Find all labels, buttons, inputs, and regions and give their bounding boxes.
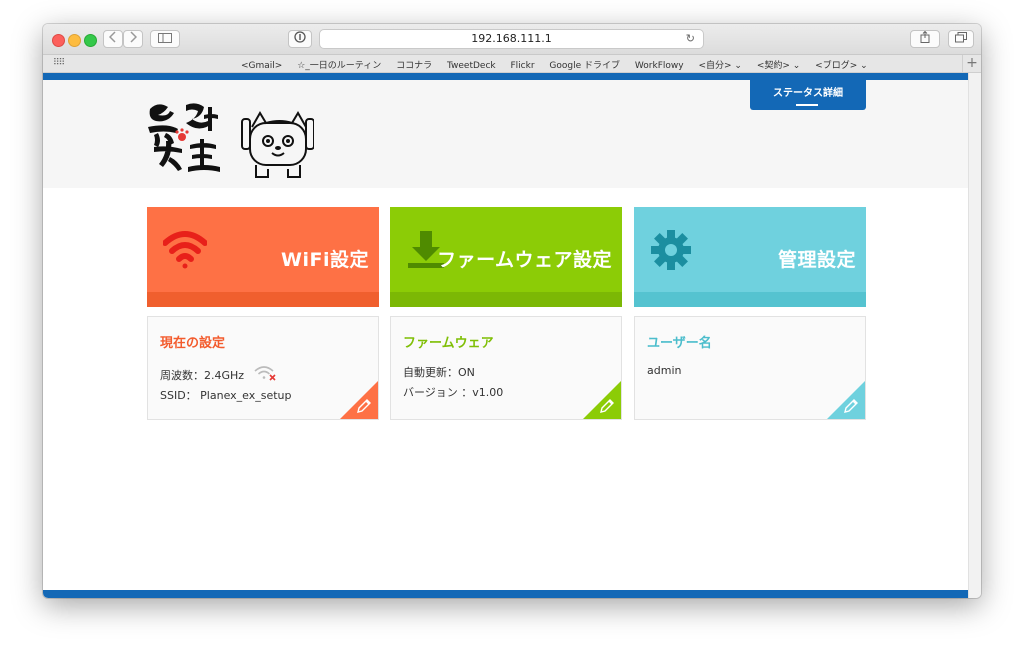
browser-window: 192.168.111.1 ↻ ⠿⠿ <Gmail> ☆_一日のルーティン ココ… [43,24,981,598]
auto-update-text: 自動更新：ON [403,366,475,379]
admin-settings-title: 管理設定 [777,249,856,271]
gear-icon [651,230,691,270]
address-bar[interactable]: 192.168.111.1 ↻ [319,29,704,49]
status-detail-button[interactable]: ステータス詳細 [750,80,866,110]
pencil-icon[interactable] [597,396,617,416]
url-text: 192.168.111.1 [471,32,552,45]
frequency-text: 周波数：2.4GHz [160,369,245,382]
brand-logo [148,103,314,178]
tabs-icon [955,32,967,43]
firmware-settings-title: ファームウェア設定 [437,249,612,271]
bottom-accent-bar [43,590,969,598]
close-window-button[interactable] [52,34,65,47]
browser-toolbar: 192.168.111.1 ↻ [43,24,981,55]
tabs-button[interactable] [948,30,974,48]
current-settings-title: 現在の設定 [160,336,226,351]
add-bookmark-button[interactable]: + [962,55,981,72]
tile-strip [147,292,379,307]
grid-icon[interactable]: ⠿⠿ [53,58,65,68]
tile-strip [390,292,622,307]
wifi-settings-tile[interactable]: WiFi設定 [147,207,379,307]
bookmark-gmail[interactable]: <Gmail> [241,61,282,71]
frequency-row: 周波数：2.4GHz [160,366,278,384]
share-icon [920,30,930,43]
minimize-window-button[interactable] [68,34,81,47]
scrollbar[interactable] [968,73,981,598]
firmware-card[interactable]: ファームウェア 自動更新：ON バージョン ：v1.00 [390,316,622,420]
firmware-settings-tile[interactable]: ファームウェア設定 [390,207,622,307]
admin-settings-tile[interactable]: 管理設定 [634,207,866,307]
bookmark-flickr[interactable]: Flickr [511,61,535,71]
user-card[interactable]: ユーザー名 admin [634,316,866,420]
current-settings-card[interactable]: 現在の設定 周波数：2.4GHz SSID： Planex_ex_setup [147,316,379,420]
info-circle-icon [294,31,306,43]
bookmarks-bar: ⠿⠿ <Gmail> ☆_一日のルーティン ココナラ TweetDeck Fli… [43,55,981,73]
bookmark-workflowy[interactable]: WorkFlowy [635,61,684,71]
firmware-card-title: ファームウェア [403,336,494,351]
wifi-icon [163,231,207,269]
wifi-settings-title: WiFi設定 [281,249,369,271]
reload-icon[interactable]: ↻ [686,30,695,48]
bookmark-folder-self[interactable]: <自分> ⌄ [698,61,741,71]
bookmark-folder-blog[interactable]: <ブログ> ⌄ [815,61,867,71]
bookmark-routine[interactable]: ☆_一日のルーティン [297,61,381,71]
bookmark-list: <Gmail> ☆_一日のルーティン ココナラ TweetDeck Flickr… [241,58,880,71]
bookmark-google-drive[interactable]: Google ドライブ [549,61,620,71]
sidebar-toggle-button[interactable] [150,30,180,48]
wifi-disconnected-icon [254,366,276,381]
user-card-title: ユーザー名 [647,336,712,351]
chevron-left-icon [108,31,116,43]
active-underline [796,104,818,106]
bookmark-tweetdeck[interactable]: TweetDeck [447,61,496,71]
router-admin-page: ステータス詳細 WiFi設定 ファームウェア設定 管理設定 現在の設定 周波数：… [43,73,969,598]
status-detail-label: ステータス詳細 [773,88,843,99]
forward-button[interactable] [123,30,143,48]
share-button[interactable] [910,30,940,48]
top-accent-bar [43,73,969,80]
ssid-text: SSID： Planex_ex_setup [160,389,292,402]
privacy-button[interactable] [288,30,312,48]
zoom-window-button[interactable] [84,34,97,47]
pencil-icon[interactable] [354,396,374,416]
tile-strip [634,292,866,307]
bookmark-coconala[interactable]: ココナラ [396,61,432,71]
username-text: admin [647,364,682,377]
back-button[interactable] [103,30,123,48]
version-text: バージョン ：v1.00 [403,386,504,399]
sidebar-icon [158,33,172,43]
pencil-icon[interactable] [841,396,861,416]
bookmark-folder-contract[interactable]: <契約> ⌄ [757,61,800,71]
chevron-right-icon [130,31,138,43]
